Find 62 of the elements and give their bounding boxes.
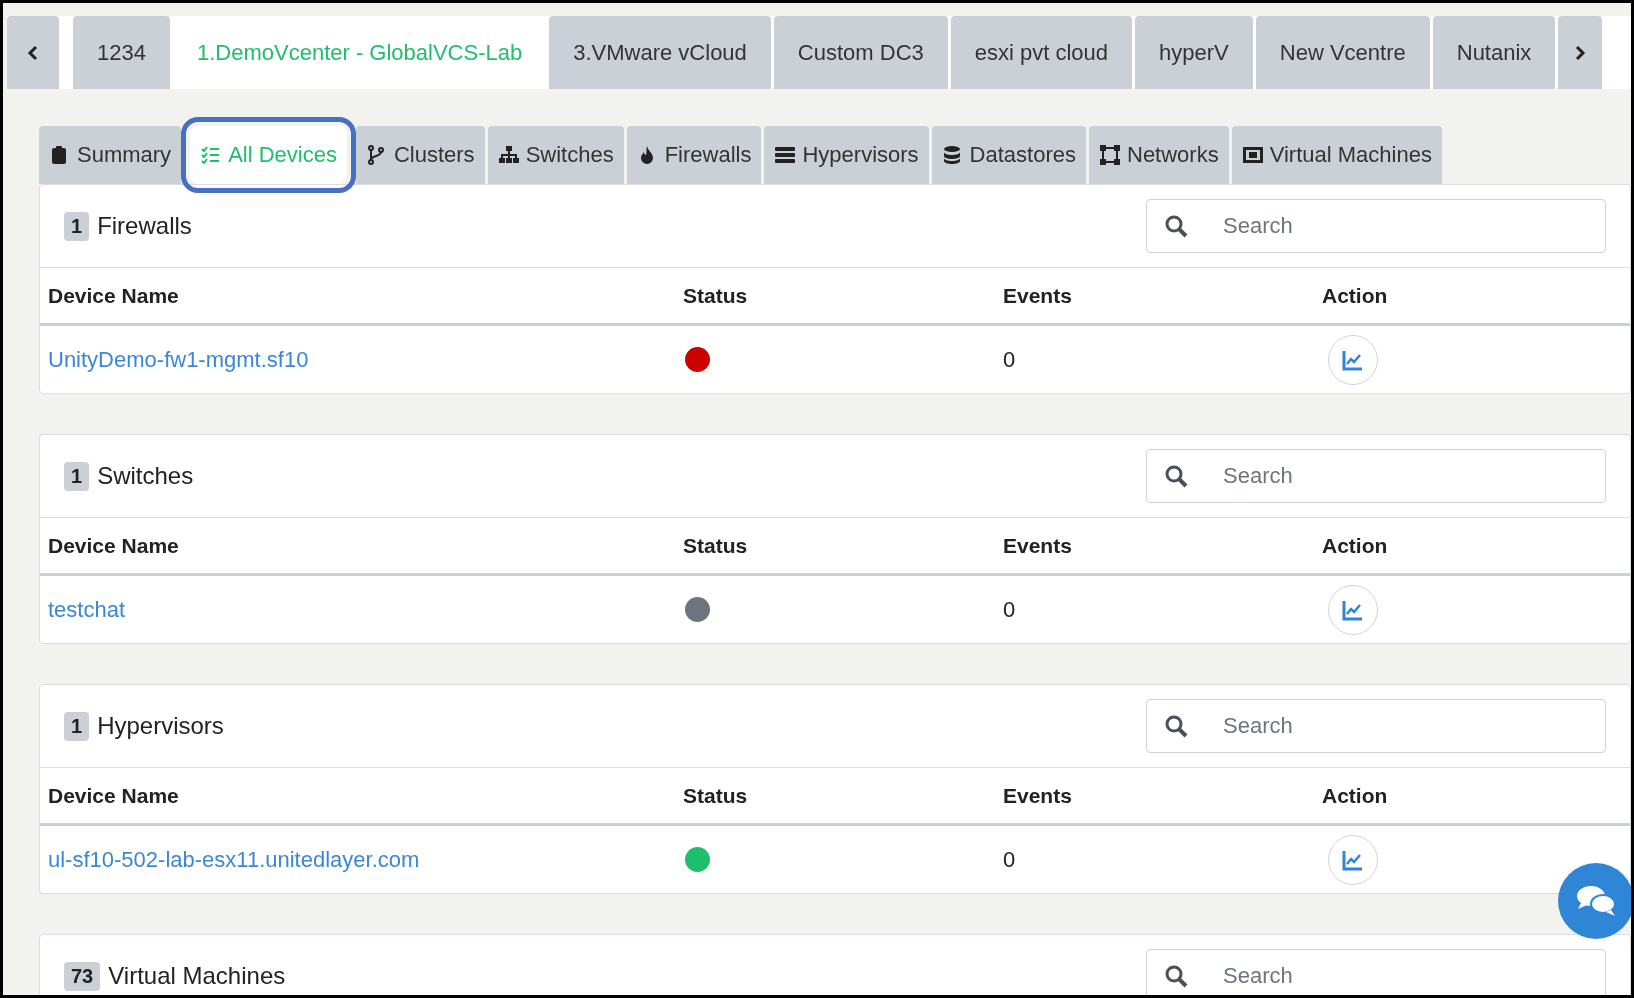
category-tab[interactable]: Hypervisors [764, 126, 929, 184]
column-header: Device Name [48, 783, 179, 808]
category-tab[interactable]: Firewalls [626, 126, 762, 184]
category-tab[interactable]: Summary [39, 126, 182, 184]
device-link[interactable]: testchat [48, 596, 126, 623]
category-tab[interactable]: Clusters [355, 126, 485, 184]
vcenter-tab[interactable]: hyperV [1135, 16, 1253, 89]
column-header: Status [683, 783, 748, 808]
section-title: Hypervisors [97, 712, 224, 740]
events-count: 0 [1003, 596, 1016, 623]
events-count: 0 [1003, 846, 1016, 873]
chart-button[interactable] [1328, 334, 1378, 385]
chevron-right-icon [1574, 44, 1587, 61]
tab-icon [1241, 144, 1264, 166]
column-header: Action [1322, 283, 1388, 308]
search-field[interactable]: Search [1146, 449, 1606, 503]
search-field[interactable]: Search [1146, 199, 1606, 253]
column-header: Status [683, 533, 748, 558]
count-badge: 73 [64, 961, 101, 991]
search-icon [1164, 464, 1188, 488]
device-link[interactable]: UnityDemo-fw1-mgmt.sf10 [48, 346, 309, 373]
tab-icon [774, 144, 797, 166]
search-icon [1164, 714, 1188, 738]
vcenter-tab[interactable]: Custom DC3 [773, 16, 948, 89]
section-title: Firewalls [97, 212, 192, 240]
search-icon [1164, 214, 1188, 238]
count-badge: 1 [64, 211, 90, 241]
vcenter-tab[interactable]: 3.VMware vCloud [549, 16, 771, 89]
category-tab[interactable]: Datastores [931, 126, 1086, 184]
line-chart-icon [1342, 848, 1364, 871]
search-icon [1164, 964, 1188, 988]
count-badge: 1 [64, 711, 90, 741]
vcenter-tab[interactable]: Nutanix [1432, 16, 1556, 89]
column-header: Action [1322, 783, 1388, 808]
events-count: 0 [1003, 346, 1016, 373]
tab-icon [1099, 144, 1121, 166]
vcenter-tab[interactable]: esxi pvt cloud [950, 16, 1133, 89]
column-header: Device Name [48, 533, 179, 558]
vcenter-tab[interactable]: 1234 [73, 16, 170, 89]
column-header: Action [1322, 533, 1388, 558]
chevron-left-icon [27, 44, 39, 61]
search-field[interactable]: Search [1146, 949, 1606, 995]
chart-button[interactable] [1328, 584, 1378, 635]
column-header: Status [683, 283, 748, 308]
count-badge: 1 [64, 461, 90, 491]
line-chart-icon [1342, 348, 1364, 371]
search-field[interactable]: Search [1146, 699, 1606, 753]
category-tab[interactable]: Networks [1089, 126, 1229, 184]
device-link[interactable]: ul-sf10-502-lab-esx11.unitedlayer.com [48, 846, 420, 873]
category-tab[interactable]: Virtual Machines [1231, 126, 1442, 184]
column-header: Events [1003, 283, 1072, 308]
line-chart-icon [1342, 598, 1364, 621]
column-header: Events [1003, 783, 1072, 808]
category-tab[interactable]: Switches [487, 126, 624, 184]
chat-bubbles-icon [1575, 883, 1617, 919]
chart-button[interactable] [1328, 834, 1378, 885]
tab-icon [497, 144, 520, 166]
section-title: Switches [97, 462, 194, 490]
column-header: Device Name [48, 283, 179, 308]
vcenter-tab[interactable]: New Vcentre [1255, 16, 1430, 89]
section-title: Virtual Machines [108, 962, 286, 990]
column-header: Events [1003, 533, 1072, 558]
